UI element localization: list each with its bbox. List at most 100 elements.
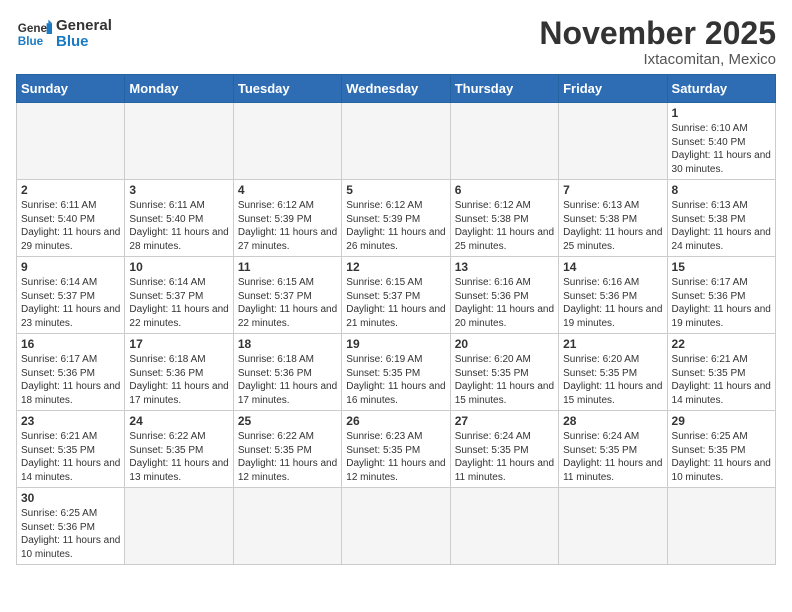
day-cell: 30Sunrise: 6:25 AMSunset: 5:36 PMDayligh… — [17, 488, 125, 565]
day-cell: 13 Sunrise: 6:16 AMSunset: 5:36 PMDayligh… — [450, 257, 558, 334]
day-cell — [667, 488, 775, 565]
weekday-header-row: SundayMondayTuesdayWednesdayThursdayFrid… — [17, 75, 776, 103]
day-cell: 14 Sunrise: 6:16 AMSunset: 5:36 PMDayligh… — [559, 257, 667, 334]
day-cell — [342, 488, 450, 565]
week-row-3: 9 Sunrise: 6:14 AMSunset: 5:37 PMDaylight… — [17, 257, 776, 334]
day-info: Sunrise: 6:15 AMSunset: 5:37 PMDaylight:… — [238, 276, 337, 330]
day-cell — [559, 103, 667, 180]
day-number: 19 — [346, 337, 445, 351]
title-block: November 2025 Ixtacomitan, Mexico — [539, 16, 776, 68]
day-cell: 7Sunrise: 6:13 AMSunset: 5:38 PMDaylight… — [559, 180, 667, 257]
day-cell: 19 Sunrise: 6:19 AMSunset: 5:35 PMDayligh… — [342, 334, 450, 411]
day-number: 25 — [238, 414, 337, 428]
day-info: Sunrise: 6:18 AMSunset: 5:36 PMDaylight:… — [129, 353, 228, 407]
day-number: 22 — [672, 337, 771, 351]
day-info: Sunrise: 6:24 AMSunset: 5:35 PMDaylight:… — [455, 430, 554, 484]
day-number: 15 — [672, 260, 771, 274]
weekday-header-thursday: Thursday — [450, 75, 558, 103]
day-info: Sunrise: 6:10 AMSunset: 5:40 PMDaylight:… — [672, 122, 771, 176]
day-info: Sunrise: 6:24 AMSunset: 5:35 PMDaylight:… — [563, 430, 662, 484]
weekday-header-tuesday: Tuesday — [233, 75, 341, 103]
day-cell: 23Sunrise: 6:21 AMSunset: 5:35 PMDayligh… — [17, 411, 125, 488]
day-cell — [125, 103, 233, 180]
day-number: 8 — [672, 183, 771, 197]
day-number: 23 — [21, 414, 120, 428]
day-number: 17 — [129, 337, 228, 351]
day-info: Sunrise: 6:14 AMSunset: 5:37 PMDaylight:… — [129, 276, 228, 330]
day-number: 16 — [21, 337, 120, 351]
day-cell — [125, 488, 233, 565]
day-number: 24 — [129, 414, 228, 428]
day-info: Sunrise: 6:12 AMSunset: 5:38 PMDaylight:… — [455, 199, 554, 253]
day-info: Sunrise: 6:16 AMSunset: 5:36 PMDaylight:… — [563, 276, 662, 330]
day-info: Sunrise: 6:14 AMSunset: 5:37 PMDaylight:… — [21, 276, 120, 330]
day-number: 3 — [129, 183, 228, 197]
day-number: 4 — [238, 183, 337, 197]
day-info: Sunrise: 6:22 AMSunset: 5:35 PMDaylight:… — [238, 430, 337, 484]
day-number: 26 — [346, 414, 445, 428]
day-info: Sunrise: 6:13 AMSunset: 5:38 PMDaylight:… — [672, 199, 771, 253]
day-cell: 3Sunrise: 6:11 AMSunset: 5:40 PMDaylight… — [125, 180, 233, 257]
day-info: Sunrise: 6:23 AMSunset: 5:35 PMDaylight:… — [346, 430, 445, 484]
calendar-title: November 2025 — [539, 16, 776, 51]
day-cell — [450, 103, 558, 180]
day-cell: 17 Sunrise: 6:18 AMSunset: 5:36 PMDayligh… — [125, 334, 233, 411]
day-number: 27 — [455, 414, 554, 428]
page-header: General Blue General Blue November 2025 … — [16, 16, 776, 68]
day-cell: 16 Sunrise: 6:17 AMSunset: 5:36 PMDayligh… — [17, 334, 125, 411]
day-number: 20 — [455, 337, 554, 351]
day-info: Sunrise: 6:12 AMSunset: 5:39 PMDaylight:… — [346, 199, 445, 253]
day-cell: 10 Sunrise: 6:14 AMSunset: 5:37 PMDayligh… — [125, 257, 233, 334]
day-number: 12 — [346, 260, 445, 274]
calendar-table: SundayMondayTuesdayWednesdayThursdayFrid… — [16, 74, 776, 565]
day-number: 13 — [455, 260, 554, 274]
day-cell: 4Sunrise: 6:12 AMSunset: 5:39 PMDaylight… — [233, 180, 341, 257]
day-number: 6 — [455, 183, 554, 197]
day-cell: 20 Sunrise: 6:20 AMSunset: 5:35 PMDayligh… — [450, 334, 558, 411]
logo-icon: General Blue — [16, 16, 52, 52]
day-number: 30 — [21, 491, 120, 505]
day-cell — [233, 488, 341, 565]
day-cell: 1Sunrise: 6:10 AMSunset: 5:40 PMDaylight… — [667, 103, 775, 180]
day-cell: 15Sunrise: 6:17 AMSunset: 5:36 PMDayligh… — [667, 257, 775, 334]
day-cell: 12Sunrise: 6:15 AMSunset: 5:37 PMDayligh… — [342, 257, 450, 334]
week-row-2: 2Sunrise: 6:11 AMSunset: 5:40 PMDaylight… — [17, 180, 776, 257]
weekday-header-friday: Friday — [559, 75, 667, 103]
day-cell — [233, 103, 341, 180]
week-row-4: 16 Sunrise: 6:17 AMSunset: 5:36 PMDayligh… — [17, 334, 776, 411]
logo-general: General — [56, 17, 112, 34]
day-info: Sunrise: 6:20 AMSunset: 5:35 PMDaylight:… — [563, 353, 662, 407]
day-number: 5 — [346, 183, 445, 197]
day-number: 28 — [563, 414, 662, 428]
calendar-subtitle: Ixtacomitan, Mexico — [539, 51, 776, 68]
day-cell: 29Sunrise: 6:25 AMSunset: 5:35 PMDayligh… — [667, 411, 775, 488]
logo-blue: Blue — [56, 33, 89, 50]
day-cell: 28 Sunrise: 6:24 AMSunset: 5:35 PMDayligh… — [559, 411, 667, 488]
day-cell: 2Sunrise: 6:11 AMSunset: 5:40 PMDaylight… — [17, 180, 125, 257]
day-number: 18 — [238, 337, 337, 351]
day-number: 7 — [563, 183, 662, 197]
day-number: 9 — [21, 260, 120, 274]
day-info: Sunrise: 6:17 AMSunset: 5:36 PMDaylight:… — [21, 353, 120, 407]
day-cell: 5 Sunrise: 6:12 AMSunset: 5:39 PMDaylight… — [342, 180, 450, 257]
day-cell: 9 Sunrise: 6:14 AMSunset: 5:37 PMDaylight… — [17, 257, 125, 334]
day-cell: 8 Sunrise: 6:13 AMSunset: 5:38 PMDaylight… — [667, 180, 775, 257]
day-info: Sunrise: 6:20 AMSunset: 5:35 PMDaylight:… — [455, 353, 554, 407]
week-row-6: 30Sunrise: 6:25 AMSunset: 5:36 PMDayligh… — [17, 488, 776, 565]
day-number: 2 — [21, 183, 120, 197]
day-info: Sunrise: 6:16 AMSunset: 5:36 PMDaylight:… — [455, 276, 554, 330]
day-info: Sunrise: 6:18 AMSunset: 5:36 PMDaylight:… — [238, 353, 337, 407]
weekday-header-monday: Monday — [125, 75, 233, 103]
day-info: Sunrise: 6:19 AMSunset: 5:35 PMDaylight:… — [346, 353, 445, 407]
day-number: 21 — [563, 337, 662, 351]
day-cell — [342, 103, 450, 180]
day-cell: 6 Sunrise: 6:12 AMSunset: 5:38 PMDaylight… — [450, 180, 558, 257]
svg-text:Blue: Blue — [18, 35, 44, 48]
day-cell — [559, 488, 667, 565]
day-cell: 22Sunrise: 6:21 AMSunset: 5:35 PMDayligh… — [667, 334, 775, 411]
day-cell: 24Sunrise: 6:22 AMSunset: 5:35 PMDayligh… — [125, 411, 233, 488]
day-number: 14 — [563, 260, 662, 274]
weekday-header-saturday: Saturday — [667, 75, 775, 103]
day-cell — [17, 103, 125, 180]
day-number: 10 — [129, 260, 228, 274]
